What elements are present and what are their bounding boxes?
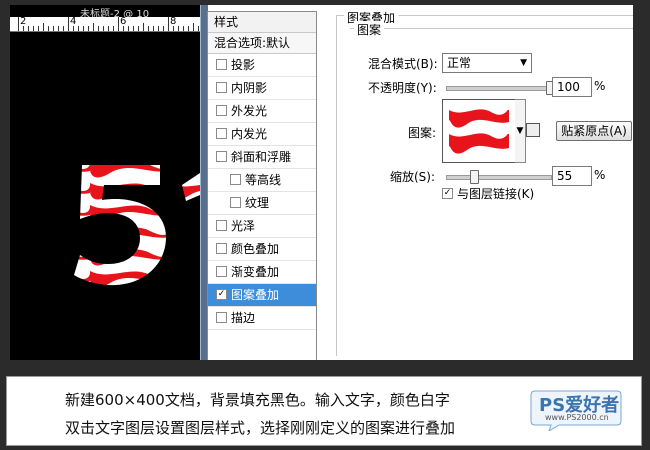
opacity-label: 不透明度(Y):: [368, 81, 437, 95]
link-checkbox[interactable]: ✓: [442, 188, 453, 199]
style-item[interactable]: ✓ 图案叠加: [208, 284, 316, 307]
style-checkbox[interactable]: [216, 59, 227, 70]
style-checkbox[interactable]: [230, 174, 241, 185]
style-item[interactable]: 纹理: [208, 192, 316, 215]
style-checkbox[interactable]: ✓: [216, 289, 227, 300]
opacity-unit: %: [594, 79, 606, 93]
style-item[interactable]: 等高线: [208, 169, 316, 192]
scale-slider-thumb[interactable]: [470, 170, 479, 184]
scale-label: 缩放(S):: [390, 170, 436, 184]
caption-box: 新建600×400文档，背景填充黑色。输入文字，颜色白字 双击文字图层设置图层样…: [6, 376, 642, 446]
style-item[interactable]: 描边: [208, 307, 316, 330]
style-item-label: 斜面和浮雕: [231, 150, 292, 164]
blend-mode-select[interactable]: 正常 ▼: [442, 53, 532, 73]
style-checkbox[interactable]: [216, 243, 227, 254]
style-item[interactable]: 颜色叠加: [208, 238, 316, 261]
layer-style-screenshot: 未标题-2 @ 10 2468 样式 混合选项:默认 投影内阴影外发光内发光斜面…: [10, 5, 633, 360]
style-item[interactable]: 投影: [208, 54, 316, 77]
style-checkbox[interactable]: [216, 266, 227, 277]
blend-mode-value: 正常: [447, 56, 472, 70]
next-glyph-fragment: [182, 173, 200, 201]
style-item-label: 光泽: [231, 219, 256, 233]
styles-list-panel: 样式 混合选项:默认 投影内阴影外发光内发光斜面和浮雕等高线纹理光泽颜色叠加渐变…: [207, 11, 317, 360]
pattern-text-5: [74, 165, 200, 286]
snap-to-origin-button[interactable]: 贴紧原点(A): [556, 121, 632, 141]
link-with-layer-option[interactable]: ✓ 与图层链接(K): [442, 185, 534, 202]
style-item[interactable]: 斜面和浮雕: [208, 146, 316, 169]
caption-line-1: 新建600×400文档，背景填充黑色。输入文字，颜色白字: [65, 391, 450, 409]
style-checkbox[interactable]: [216, 105, 227, 116]
style-item-label: 投影: [231, 58, 256, 72]
opacity-slider[interactable]: [446, 86, 552, 91]
pattern-dropdown-arrow[interactable]: ▼: [515, 99, 526, 163]
blend-mode-label: 混合模式(B):: [368, 57, 438, 71]
style-item-label: 描边: [231, 311, 256, 325]
style-item-label: 等高线: [245, 173, 282, 187]
style-item-label: 内阴影: [231, 81, 268, 95]
style-item[interactable]: 外发光: [208, 100, 316, 123]
pattern-preview: [447, 104, 509, 158]
chevron-down-icon: ▼: [520, 58, 527, 68]
logo-url: www.PS2000.cn: [545, 413, 609, 422]
digit-five-glyph: [74, 165, 166, 286]
style-item[interactable]: 内阴影: [208, 77, 316, 100]
pattern-label: 图案:: [408, 126, 437, 140]
pattern-overlay-settings: 图案叠加 图案 混合模式(B): 正常 ▼ 不透明度(Y): 100 % 图案:…: [330, 9, 633, 360]
style-item[interactable]: 光泽: [208, 215, 316, 238]
site-logo: PS爱好者 www.PS2000.cn: [529, 387, 625, 431]
document-canvas[interactable]: 未标题-2 @ 10 2468: [10, 5, 200, 360]
style-item-label: 纹理: [245, 196, 270, 210]
style-checkbox[interactable]: [216, 220, 227, 231]
sub-group-title: 图案: [354, 21, 385, 38]
scale-unit: %: [594, 168, 606, 182]
style-checkbox[interactable]: [216, 312, 227, 323]
sub-group-border: [350, 28, 633, 29]
opacity-input[interactable]: 100: [552, 77, 592, 97]
caption-bar: 新建600×400文档，背景填充黑色。输入文字，颜色白字 双击文字图层设置图层样…: [0, 372, 650, 450]
style-item-label: 渐变叠加: [231, 265, 280, 279]
style-checkbox[interactable]: [230, 197, 241, 208]
style-item-label: 图案叠加: [231, 288, 280, 302]
new-preset-icon[interactable]: [526, 123, 540, 137]
style-item-label: 外发光: [231, 104, 268, 118]
style-checkbox[interactable]: [216, 151, 227, 162]
pattern-picker[interactable]: [442, 99, 516, 163]
scale-input[interactable]: 55: [552, 166, 592, 186]
style-item[interactable]: 渐变叠加: [208, 261, 316, 284]
style-checkbox[interactable]: [216, 82, 227, 93]
style-item-label: 颜色叠加: [231, 242, 280, 256]
styles-header[interactable]: 样式: [208, 12, 316, 33]
style-item-label: 内发光: [231, 127, 268, 141]
link-label: 与图层链接(K): [457, 187, 535, 201]
caption-line-2: 双击文字图层设置图层样式，选择刚刚定义的图案进行叠加: [65, 419, 456, 437]
scale-slider[interactable]: [446, 175, 552, 180]
blend-options-item[interactable]: 混合选项:默认: [208, 33, 316, 54]
style-item[interactable]: 内发光: [208, 123, 316, 146]
style-checkbox[interactable]: [216, 128, 227, 139]
